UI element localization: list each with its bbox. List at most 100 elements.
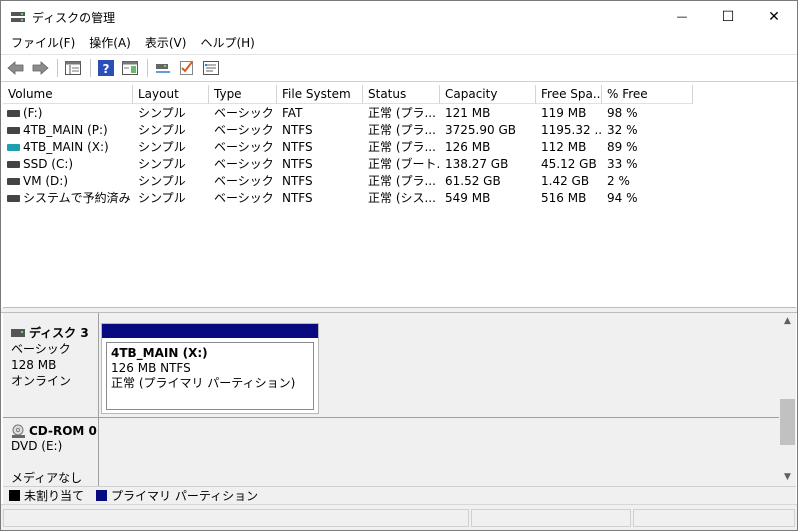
- cdrom-0-drive: DVD (E:): [11, 439, 63, 453]
- cell-status: 正常 (プラ...: [368, 123, 436, 137]
- cell-volume: システムで予約済み: [23, 191, 131, 205]
- help-icon: ?: [98, 60, 114, 76]
- title-bar: ディスクの管理 — ☐ ✕: [1, 1, 797, 32]
- forward-arrow-icon: [32, 61, 49, 75]
- table-row[interactable]: 4TB_MAIN (P:) シンプル ベーシック NTFS 正常 (プラ... 3725.…: [3, 122, 796, 139]
- menu-help[interactable]: ヘルプ(H): [193, 33, 261, 53]
- cell-status: 正常 (シス...: [368, 191, 436, 205]
- column-header-volume[interactable]: Volume: [3, 85, 133, 104]
- cell-percent-free: 33 %: [607, 157, 638, 171]
- partition-status: 正常 (プライマリ パーティション): [111, 376, 296, 390]
- legend-primary-label: プライマリ パーティション: [111, 489, 259, 503]
- cell-free-space: 45.12 GB: [541, 157, 597, 171]
- cell-free-space: 516 MB: [541, 191, 587, 205]
- partition-details: 4TB_MAIN (X:) 126 MB NTFS 正常 (プライマリ パーティ…: [106, 342, 314, 410]
- cdrom-icon: [12, 424, 25, 438]
- show-hide-console-tree-button[interactable]: [62, 57, 84, 79]
- disk-3-label[interactable]: ディスク 3 ベーシック 128 MB オンライン: [3, 313, 99, 417]
- help-button[interactable]: ?: [95, 57, 117, 79]
- column-header-percent-free[interactable]: % Free: [602, 85, 693, 104]
- column-header-capacity[interactable]: Capacity: [440, 85, 536, 104]
- partition-size-fs: 126 MB NTFS: [111, 361, 191, 375]
- table-row[interactable]: (F:) シンプル ベーシック FAT 正常 (プラ... 121 MB 119 MB 98 …: [3, 105, 796, 122]
- list-view-icon: [65, 61, 81, 75]
- legend-unallocated-label: 未割り当て: [24, 489, 85, 503]
- settings-pane-button[interactable]: [200, 57, 222, 79]
- volume-list: Volume Layout Type File System Status Ca…: [3, 85, 796, 308]
- status-bar: [1, 504, 797, 530]
- svg-text:?: ?: [103, 62, 110, 76]
- cell-percent-free: 94 %: [607, 191, 638, 205]
- cell-status: 正常 (プラ...: [368, 140, 436, 154]
- cell-layout: シンプル: [138, 123, 186, 137]
- minimize-icon: —: [676, 10, 688, 23]
- status-pane-right: [633, 509, 795, 527]
- cell-type: ベーシック: [214, 106, 274, 120]
- settings-pane-icon: [203, 61, 219, 75]
- show-action-pane-button[interactable]: [119, 57, 141, 79]
- maximize-button[interactable]: ☐: [705, 1, 751, 32]
- cell-type: ベーシック: [214, 174, 274, 188]
- volume-icon: [7, 144, 20, 151]
- cell-free-space: 112 MB: [541, 140, 587, 154]
- scroll-thumb[interactable]: [780, 399, 795, 445]
- cell-volume: (F:): [23, 106, 43, 120]
- cell-type: ベーシック: [214, 191, 274, 205]
- table-row[interactable]: システムで予約済み シンプル ベーシック NTFS 正常 (シス... 549 MB 516…: [3, 190, 796, 207]
- disk-3-name: ディスク 3: [29, 326, 89, 340]
- connect-virtual-disk-button[interactable]: [152, 57, 174, 79]
- cdrom-0-blank: [11, 454, 98, 470]
- partition-4tb-main-x[interactable]: 4TB_MAIN (X:) 126 MB NTFS 正常 (プライマリ パーティ…: [101, 323, 319, 414]
- cell-status: 正常 (ブート...: [368, 157, 439, 171]
- toolbar: ?: [1, 54, 797, 82]
- cell-status: 正常 (プラ...: [368, 174, 436, 188]
- cell-percent-free: 32 %: [607, 123, 638, 137]
- legend: 未割り当て プライマリ パーティション: [3, 486, 796, 504]
- cell-file-system: NTFS: [282, 174, 313, 188]
- back-arrow-icon: [7, 61, 24, 75]
- scroll-up-icon[interactable]: ▲: [779, 313, 796, 330]
- table-row[interactable]: VM (D:) シンプル ベーシック NTFS 正常 (プラ... 61.52 GB 1.4…: [3, 173, 796, 190]
- column-header-layout[interactable]: Layout: [133, 85, 209, 104]
- minimize-button[interactable]: —: [659, 1, 705, 32]
- cell-free-space: 1195.32 ...: [541, 123, 601, 137]
- disk-3-type: ベーシック: [11, 342, 71, 356]
- cell-file-system: NTFS: [282, 140, 313, 154]
- menu-bar: ファイル(F) 操作(A) 表示(V) ヘルプ(H): [1, 32, 797, 54]
- menu-view[interactable]: 表示(V): [138, 33, 194, 53]
- check-disk-button[interactable]: [176, 57, 198, 79]
- disk-management-window: ディスクの管理 — ☐ ✕ ファイル(F) 操作(A) 表示(V) ヘルプ(H)…: [0, 0, 798, 531]
- legend-primary-swatch: [96, 490, 108, 501]
- volume-icon: [7, 195, 20, 202]
- partition-type-bar: [102, 324, 318, 338]
- cell-capacity: 138.27 GB: [445, 157, 509, 171]
- cell-file-system: NTFS: [282, 191, 313, 205]
- close-icon: ✕: [768, 8, 780, 25]
- cell-free-space: 1.42 GB: [541, 174, 590, 188]
- table-row[interactable]: SSD (C:) シンプル ベーシック NTFS 正常 (ブート... 138.27 GB…: [3, 156, 796, 173]
- cell-status: 正常 (プラ...: [368, 106, 436, 120]
- partition-title: 4TB_MAIN (X:): [111, 346, 208, 360]
- disk-3-state: オンライン: [11, 374, 72, 388]
- volume-icon: [7, 110, 20, 117]
- cell-type: ベーシック: [214, 140, 274, 154]
- check-icon: [180, 61, 193, 75]
- cdrom-0-label[interactable]: CD-ROM 0 DVD (E:) メディアなし: [3, 418, 99, 486]
- forward-button[interactable]: [29, 57, 51, 79]
- toolbar-separator: [147, 59, 148, 77]
- column-header-file-system[interactable]: File System: [277, 85, 363, 104]
- back-button[interactable]: [5, 57, 27, 79]
- close-button[interactable]: ✕: [751, 1, 797, 32]
- column-header-free-space[interactable]: Free Spa...: [536, 85, 602, 104]
- column-header-type[interactable]: Type: [209, 85, 277, 104]
- menu-file[interactable]: ファイル(F): [4, 33, 82, 53]
- menu-action[interactable]: 操作(A): [82, 33, 138, 53]
- cell-capacity: 126 MB: [445, 140, 491, 154]
- connect-icon: [156, 64, 170, 73]
- scroll-down-icon[interactable]: ▼: [779, 469, 796, 486]
- table-row[interactable]: 4TB_MAIN (X:) シンプル ベーシック NTFS 正常 (プラ... 126 M…: [3, 139, 796, 156]
- column-header-status[interactable]: Status: [363, 85, 440, 104]
- cell-percent-free: 2 %: [607, 174, 630, 188]
- cell-percent-free: 89 %: [607, 140, 638, 154]
- disk-map-scrollbar[interactable]: ▲ ▼: [779, 313, 796, 486]
